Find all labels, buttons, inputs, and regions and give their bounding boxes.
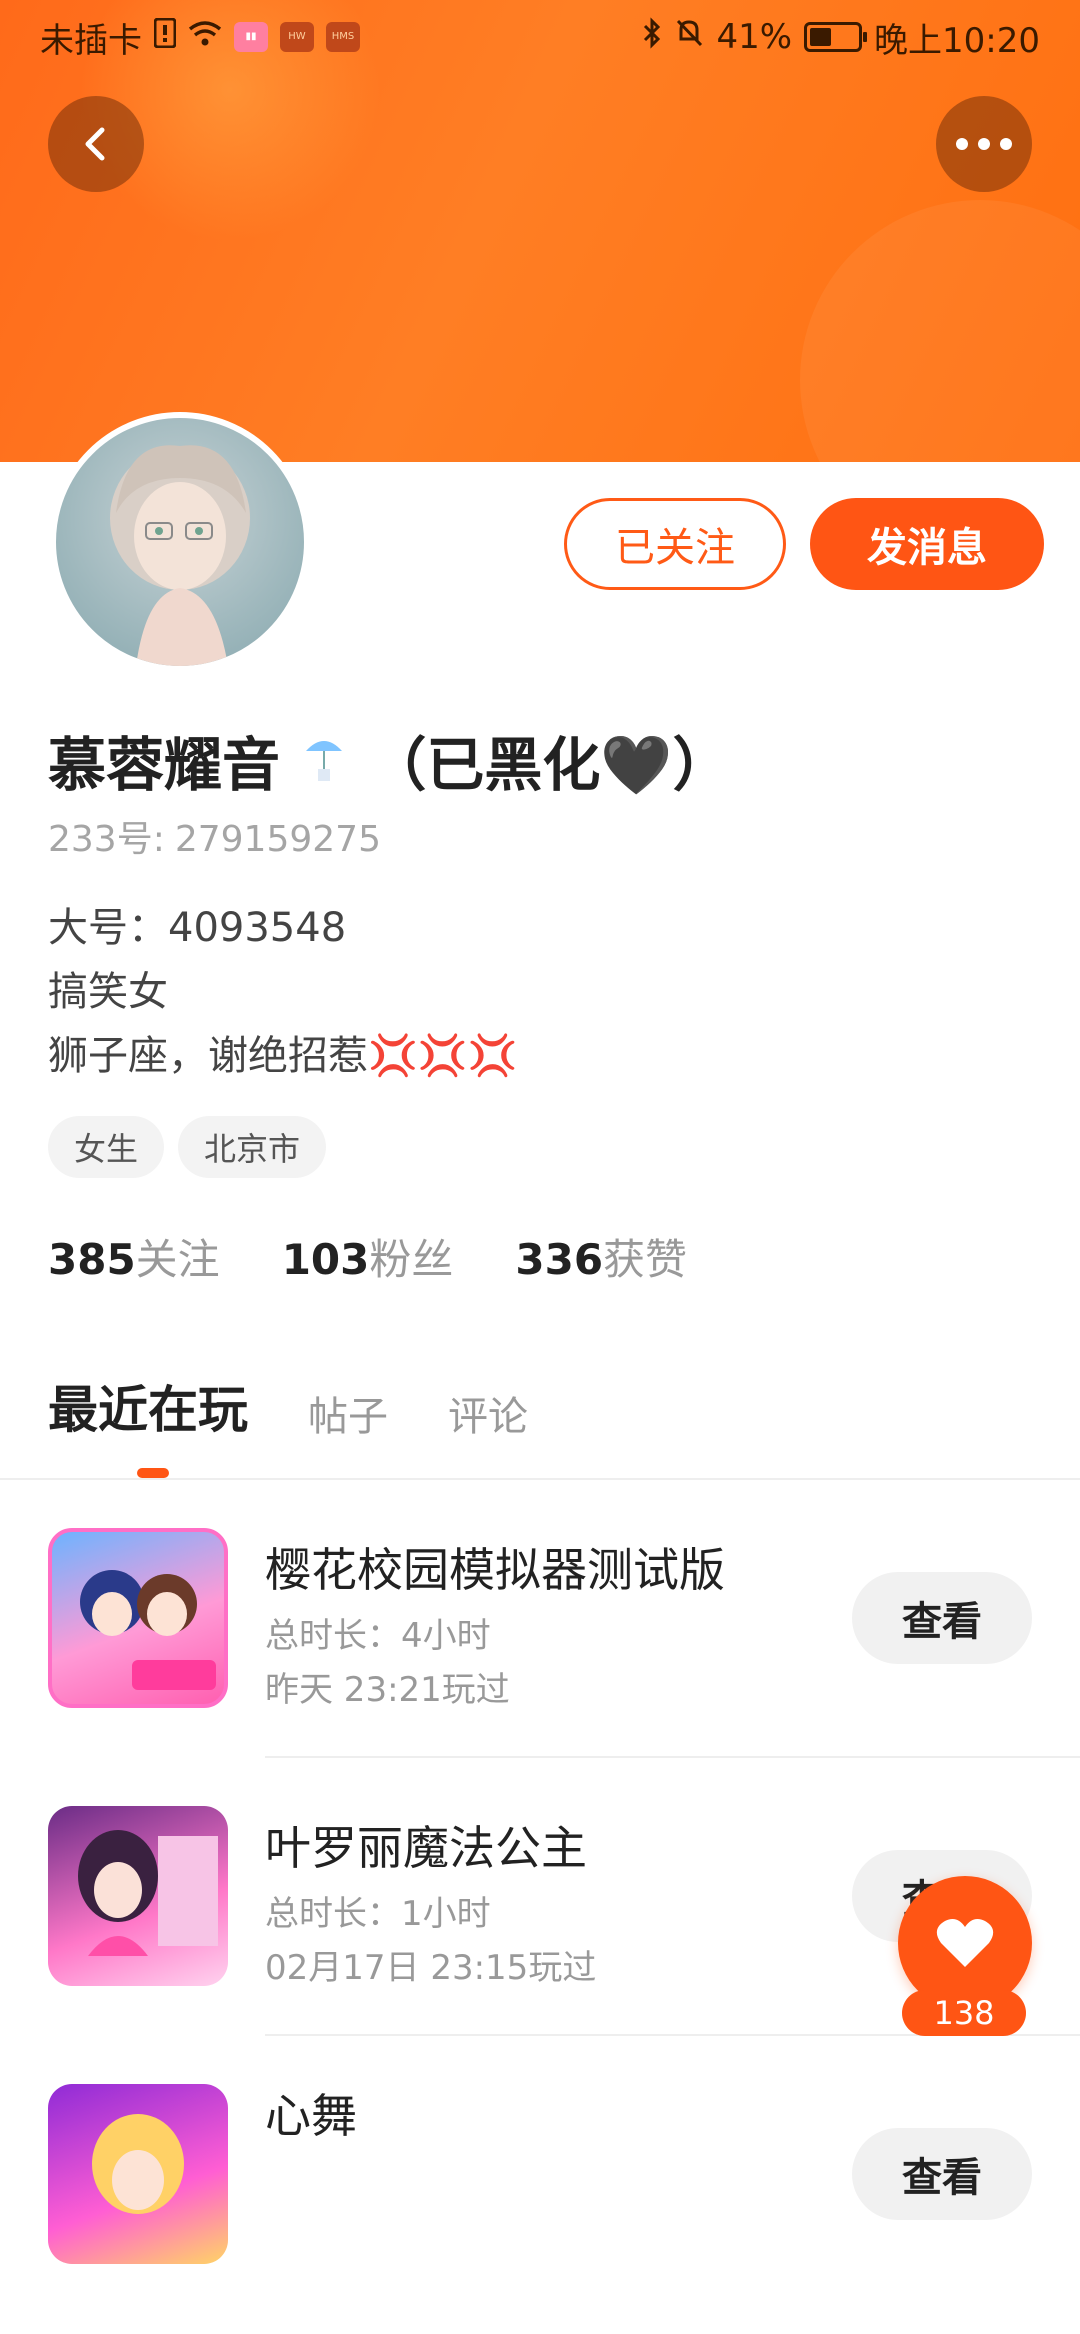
avatar[interactable]: [50, 412, 310, 672]
bio: 大号：4093548 搞笑女 狮子座，谢绝招惹💢💢💢: [48, 896, 517, 1088]
tag-location: 北京市: [178, 1116, 327, 1178]
stat-number: 385: [48, 1235, 136, 1284]
user-id-label: 233号:: [48, 819, 165, 860]
stat-number: 336: [515, 1235, 604, 1284]
wind-chime-icon: [300, 731, 368, 799]
game-last-played: 02月17日 23:15玩过: [265, 1948, 597, 1988]
user-id-value: 279159275: [174, 819, 381, 860]
tab-divider: [0, 1478, 1080, 1480]
game-icon: [48, 1528, 228, 1708]
more-button[interactable]: [936, 96, 1032, 192]
game-title: 叶罗丽魔法公主: [265, 1821, 587, 1875]
game-duration: 总时长：1小时: [265, 1894, 491, 1934]
bluetooth-icon: [642, 16, 662, 58]
user-name-suffix: （已黑化🖤）: [368, 731, 731, 799]
user-name-text: 慕蓉耀音: [48, 731, 281, 799]
status-right: 41% 晚上10:20: [642, 13, 1040, 62]
stat-label: 粉丝: [369, 1235, 454, 1284]
sim-alert-icon: [153, 17, 177, 57]
like-count: 138: [902, 1990, 1026, 2036]
tab-posts[interactable]: 帖子: [308, 1384, 388, 1442]
book-app-icon: ▮▮: [234, 22, 268, 52]
tag-gender: 女生: [48, 1116, 165, 1178]
battery-percent: 41%: [716, 17, 793, 57]
profile-tags: 女生 北京市: [48, 1116, 327, 1178]
stat-following[interactable]: 385关注: [48, 1226, 220, 1287]
bio-line: 狮子座，谢绝招惹💢💢💢: [48, 1024, 517, 1088]
game-icon: [48, 2084, 228, 2264]
angry-emoji: 💢💢💢: [368, 1033, 518, 1079]
tab-comments[interactable]: 评论: [448, 1384, 528, 1442]
battery-icon: [804, 22, 868, 52]
view-button[interactable]: 查看: [852, 2128, 1032, 2220]
mute-bell-icon: [674, 17, 704, 58]
active-tab-indicator: [137, 1468, 169, 1478]
bio-line: 搞笑女: [48, 969, 168, 1015]
user-name: 慕蓉耀音 （已黑化🖤）: [48, 718, 731, 802]
carrier-text: 未插卡: [40, 20, 142, 61]
view-button[interactable]: 查看: [852, 1572, 1032, 1664]
game-duration: 总时长：4小时: [265, 1616, 491, 1656]
wifi-icon: [188, 17, 222, 57]
send-message-label: 发消息: [867, 525, 987, 571]
status-bar: 未插卡 ▮▮ HW HMS 41% 晚上10:20: [0, 0, 1080, 74]
send-message-button[interactable]: 发消息: [810, 498, 1044, 590]
tab-recent-played[interactable]: 最近在玩: [48, 1370, 248, 1442]
more-dots-icon: [956, 138, 1012, 150]
stat-followers[interactable]: 103粉丝: [282, 1226, 454, 1287]
stat-label: 关注: [135, 1235, 220, 1284]
followed-button-label: 已关注: [615, 525, 735, 571]
profile-stats: 385关注 103粉丝 336获赞: [48, 1226, 687, 1287]
followed-button[interactable]: 已关注: [564, 498, 786, 590]
back-button[interactable]: [48, 96, 144, 192]
clock-text: 晚上10:20: [874, 20, 1040, 61]
stat-number: 103: [281, 1235, 370, 1284]
bio-line: 大号：4093548: [48, 905, 347, 951]
list-item[interactable]: 心舞 查看: [0, 2056, 1080, 2334]
huawei-app-icon: HW: [280, 22, 314, 52]
tab-bar: 最近在玩 帖子 评论: [48, 1370, 528, 1442]
list-item[interactable]: 樱花校园模拟器测试版 总时长：4小时 昨天 23:21玩过 查看: [0, 1500, 1080, 1778]
chevron-left-icon: [85, 127, 105, 161]
heart-icon: [936, 1919, 994, 1967]
user-id: 233号: 279159275: [48, 810, 381, 862]
stat-likes[interactable]: 336获赞: [515, 1226, 687, 1287]
stat-label: 获赞: [603, 1235, 688, 1284]
profile-banner: 未插卡 ▮▮ HW HMS 41% 晚上10:20: [0, 0, 1080, 462]
avatar-illustration: [110, 445, 250, 666]
game-last-played: 昨天 23:21玩过: [265, 1670, 510, 1710]
bio-line-text: 狮子座，谢绝招惹: [48, 1033, 368, 1079]
game-title: 心舞: [265, 2089, 357, 2143]
row-divider: [265, 1756, 1080, 1758]
hms-app-icon: HMS: [326, 22, 360, 52]
status-left: 未插卡 ▮▮ HW HMS: [40, 13, 360, 62]
game-title: 樱花校园模拟器测试版: [265, 1543, 725, 1597]
game-icon: [48, 1806, 228, 1986]
